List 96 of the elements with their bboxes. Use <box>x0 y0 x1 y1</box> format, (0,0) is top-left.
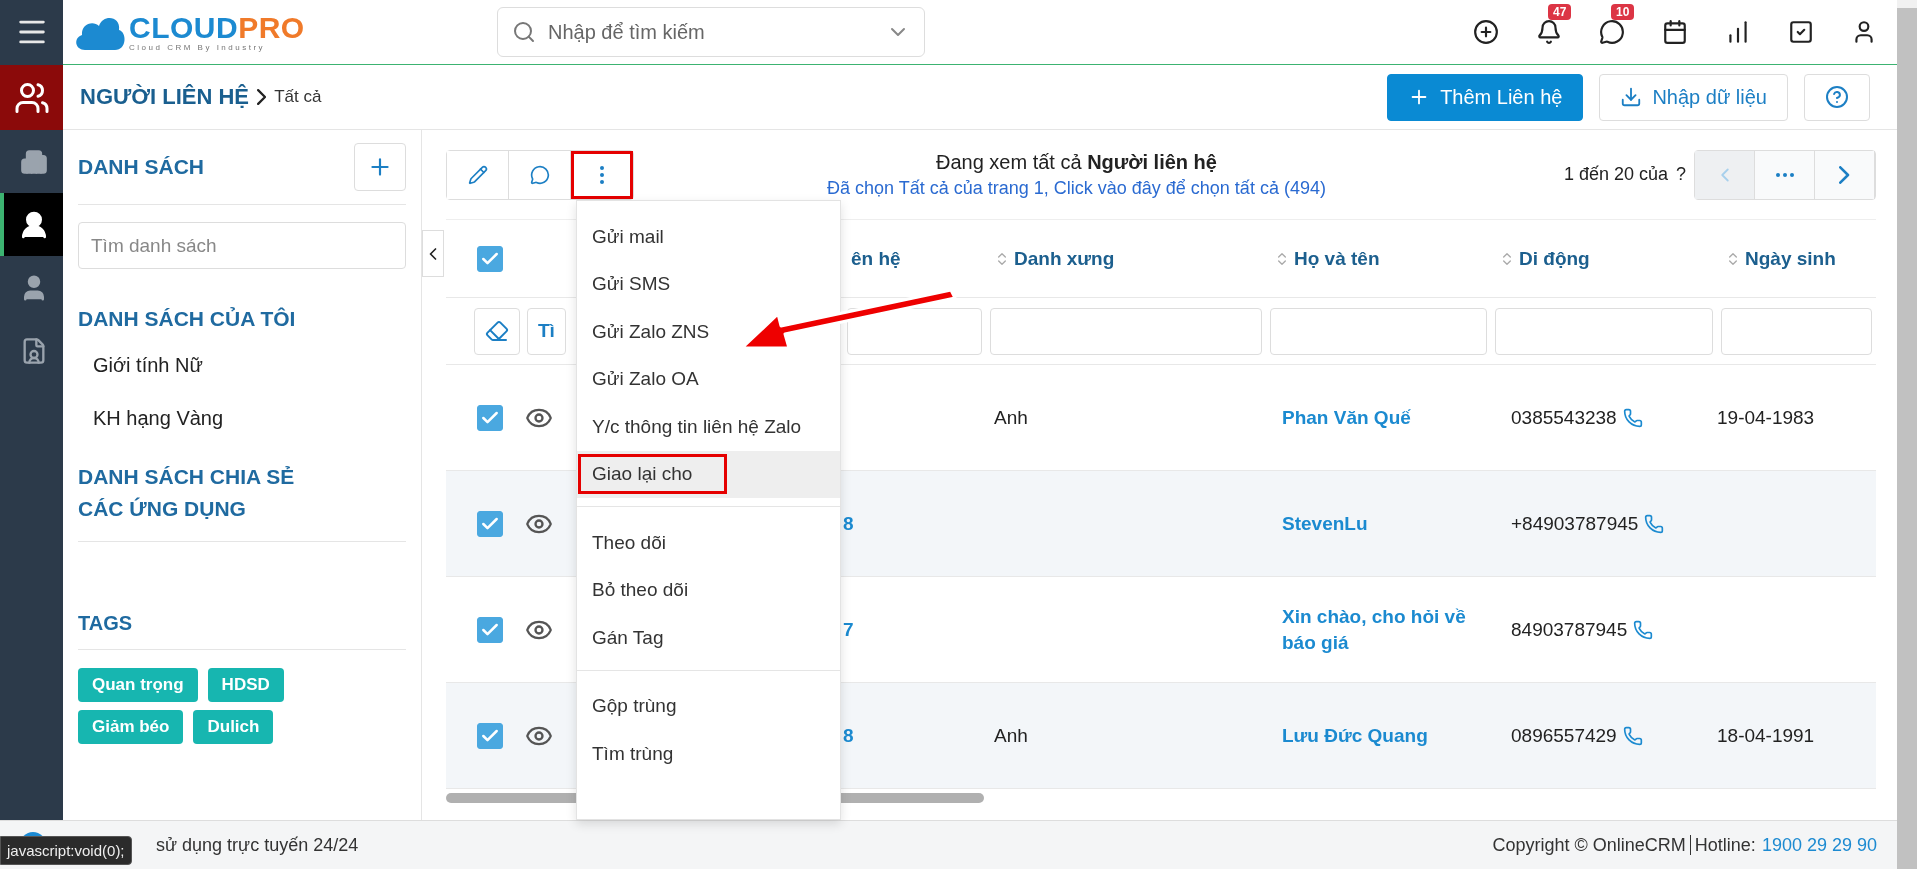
menu-item[interactable]: Y/c thông tin liên hệ Zalo <box>577 403 840 451</box>
filter-field[interactable] <box>1495 307 1713 355</box>
section-title: CÁC ỨNG DỤNG <box>78 497 246 520</box>
add-icon[interactable] <box>1473 19 1499 45</box>
checkbox-icon[interactable] <box>1788 19 1814 45</box>
ellipsis-icon <box>1775 172 1794 177</box>
menu-item[interactable]: Gửi Zalo OA <box>577 355 840 403</box>
table-cell-text: Anh <box>993 406 1028 428</box>
phone-icon[interactable] <box>1633 619 1654 640</box>
select-all-link[interactable]: Đã chọn Tất cả của trang 1, Click vào đây để chọn tất cả (494) <box>826 177 1326 199</box>
list-search-field[interactable]: Tìm danh sách <box>78 222 406 269</box>
more-icon <box>600 165 604 184</box>
search-bar[interactable]: Nhập để tìm kiếm <box>497 7 925 57</box>
table-cell: 8 <box>843 724 854 746</box>
contacts-module-icon[interactable] <box>0 65 63 130</box>
search-icon <box>512 20 536 44</box>
column-header[interactable]: Ngày sinh <box>1745 247 1836 270</box>
section-title: DANH SÁCH CỦA TÔI <box>78 307 296 330</box>
add-contact-button[interactable]: Thêm Liên hệ <box>1387 73 1584 121</box>
notification-count: 47 <box>1548 4 1572 20</box>
filter-field[interactable] <box>1270 307 1487 355</box>
panel-title: DANH SÁCH <box>78 155 204 179</box>
contact-name-link[interactable]: Lưu Đức Quang <box>1266 722 1428 749</box>
table-cell: +84903787945 <box>1511 512 1639 535</box>
phone-icon[interactable] <box>1622 407 1643 428</box>
row-checkbox[interactable] <box>477 616 503 643</box>
phone-icon[interactable] <box>1644 513 1665 534</box>
clear-filter-button[interactable] <box>474 307 520 355</box>
logo-tagline: Cloud CRM By Industry <box>129 42 267 52</box>
status-text: sử dụng trực tuyến 24/24 <box>156 834 359 856</box>
row-checkbox[interactable] <box>477 510 503 537</box>
list-item[interactable]: KH hạng Vàng <box>78 392 406 445</box>
menu-item[interactable]: Gửi mail <box>577 213 840 261</box>
table-cell: 18-04-1991 <box>1717 724 1815 746</box>
help-button[interactable] <box>1804 73 1870 121</box>
table-cell: 8 <box>843 512 854 534</box>
filter-search-button[interactable]: Tì <box>527 307 566 355</box>
filter-field[interactable] <box>847 307 982 355</box>
calendar-icon[interactable] <box>1662 19 1688 45</box>
download-icon <box>1620 86 1643 108</box>
logo-text: CLOUDPRO <box>129 12 305 43</box>
list-item[interactable]: Giới tính Nữ <box>78 339 406 392</box>
hotline-link[interactable]: 1900 29 29 90 <box>1761 834 1877 856</box>
total-count[interactable]: ? <box>1676 164 1686 185</box>
contact-name-link[interactable]: Phan Văn Quế <box>1266 404 1411 431</box>
module-title[interactable]: NGƯỜI LIÊN HỆ <box>80 84 250 110</box>
more-button[interactable] <box>571 150 633 199</box>
table-cell: 84903787945 <box>1511 618 1628 641</box>
select-all-checkbox[interactable] <box>477 245 503 272</box>
vertical-scrollbar[interactable] <box>1897 8 1917 869</box>
table-cell: 0385543238 <box>1511 406 1617 429</box>
menu-item[interactable]: Bỏ theo dõi <box>577 566 840 614</box>
menu-item[interactable]: Gán Tag <box>577 614 840 662</box>
menu-item[interactable]: Theo dõi <box>577 519 840 567</box>
table-cell: 7 <box>843 618 854 640</box>
column-header[interactable]: Di động <box>1519 247 1590 270</box>
viewing-label: Đang xem tất cả Người liên hệ <box>935 150 1217 174</box>
import-button[interactable]: Nhập dữ liệu <box>1599 73 1788 121</box>
contact-name-link[interactable]: StevenLu <box>1266 510 1368 537</box>
filter-field[interactable] <box>990 307 1262 355</box>
edit-button[interactable] <box>447 150 509 199</box>
chevron-right-icon <box>257 89 267 105</box>
collapse-button[interactable] <box>422 230 444 277</box>
copyright-text: Copyright © OnlineCRM <box>1492 834 1686 856</box>
chevron-right-icon <box>1839 165 1850 184</box>
pencil-icon <box>467 164 488 185</box>
table-cell: 19-04-1983 <box>1717 406 1815 428</box>
table-cell: 0896557429 <box>1511 724 1617 747</box>
row-checkbox[interactable] <box>477 404 503 431</box>
menu-item[interactable]: Gộp trùng <box>577 682 840 730</box>
add-list-button[interactable] <box>354 143 406 191</box>
rail-item[interactable] <box>0 193 63 256</box>
row-checkbox[interactable] <box>477 722 503 749</box>
menu-item[interactable]: Tìm trùng <box>577 730 840 778</box>
column-header[interactable]: ên hệ <box>851 247 901 270</box>
column-header[interactable]: Họ và tên <box>1294 247 1380 270</box>
comment-icon <box>529 164 550 185</box>
table-cell-text: Anh <box>993 724 1028 746</box>
help-icon <box>1825 85 1849 109</box>
column-header[interactable]: Danh xưng <box>1014 247 1115 270</box>
menu-item[interactable]: Giao lại cho <box>577 450 840 498</box>
page-range: 1 đến 20 của <box>1563 164 1668 185</box>
chat-icon[interactable] <box>1599 19 1625 45</box>
menu-item[interactable]: Gửi SMS <box>577 260 840 308</box>
bell-icon[interactable] <box>1536 19 1562 45</box>
message-count: 10 <box>1611 4 1635 20</box>
phone-icon[interactable] <box>1622 725 1643 746</box>
breadcrumb-current: Tất cả <box>274 87 322 107</box>
menu-item[interactable]: Gửi Zalo ZNS <box>577 308 840 356</box>
hotline-label: Hotline: <box>1694 834 1756 856</box>
contact-name-link[interactable]: Xin chào, cho hỏi về báo giá <box>1266 603 1481 656</box>
eraser-icon <box>485 319 509 343</box>
section-title: TAGS <box>78 612 133 634</box>
filter-field[interactable] <box>1721 307 1872 355</box>
section-title: DANH SÁCH CHIA SẺ <box>78 465 295 488</box>
menu-button[interactable] <box>0 0 63 65</box>
